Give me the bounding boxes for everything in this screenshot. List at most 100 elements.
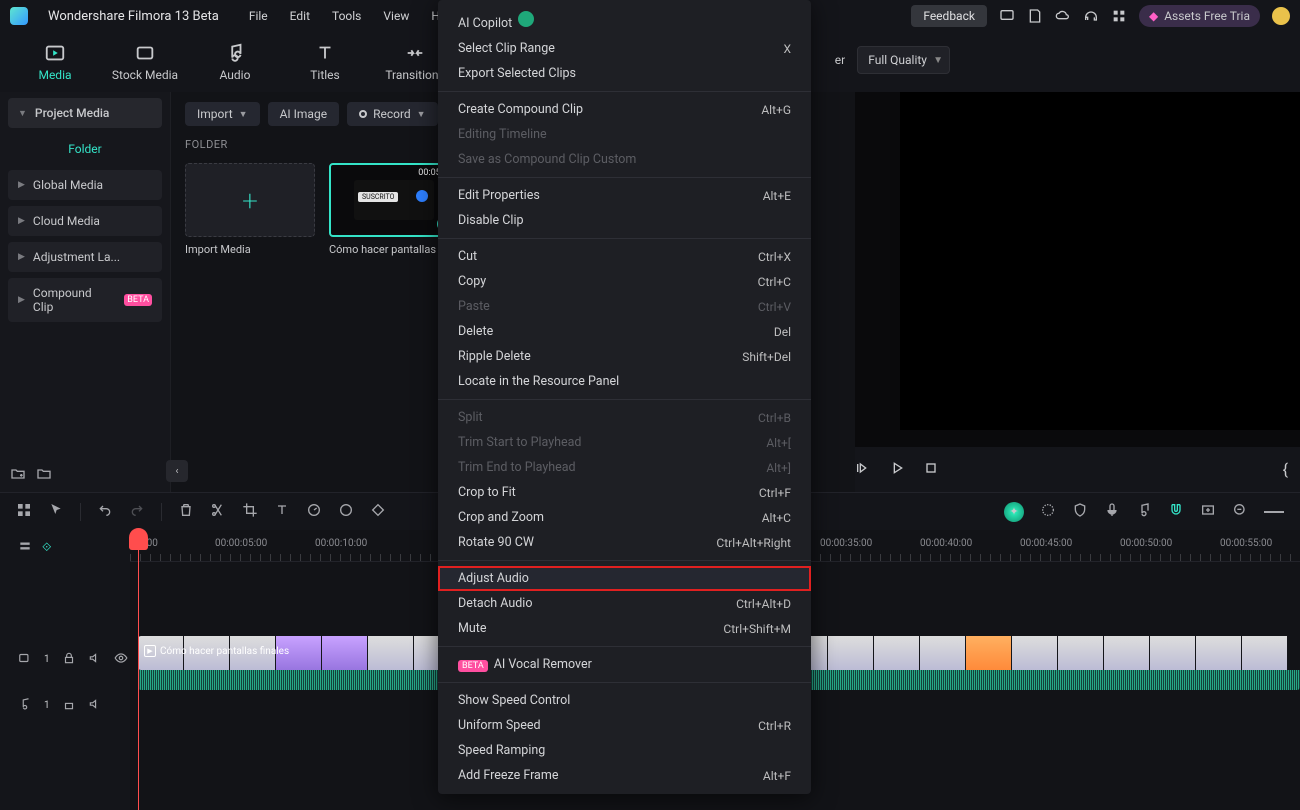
sidebar-project-media[interactable]: ▼ Project Media xyxy=(8,98,162,128)
text-icon[interactable] xyxy=(274,502,290,521)
magnet-icon[interactable] xyxy=(1168,502,1184,521)
context-menu-label: Export Selected Clips xyxy=(458,66,576,81)
delete-icon[interactable] xyxy=(178,502,194,521)
folder-link-icon[interactable] xyxy=(36,466,52,482)
context-menu-item[interactable]: DeleteDel xyxy=(438,319,811,344)
link-icon[interactable]: ⟐ xyxy=(42,540,51,555)
context-menu-item[interactable]: CopyCtrl+C xyxy=(438,269,811,294)
shortcut-label: Ctrl+Shift+M xyxy=(723,622,791,636)
speed-icon[interactable] xyxy=(306,502,322,521)
preview-video[interactable] xyxy=(900,92,1300,430)
context-menu-item[interactable]: Add Freeze FrameAlt+F xyxy=(438,763,811,788)
tab-transitions-label: Transitions xyxy=(385,68,444,82)
play-in-icon[interactable] xyxy=(855,460,871,479)
context-menu-item[interactable]: Disable Clip xyxy=(438,208,811,233)
playhead[interactable] xyxy=(138,530,139,810)
context-menu-separator xyxy=(438,560,811,561)
context-menu-item[interactable]: MuteCtrl+Shift+M xyxy=(438,616,811,641)
context-menu-item[interactable]: Rotate 90 CWCtrl+Alt+Right xyxy=(438,530,811,555)
sidebar-folder-label[interactable]: Folder xyxy=(8,134,162,164)
stop-icon[interactable] xyxy=(923,460,939,479)
tab-stock[interactable]: Stock Media xyxy=(110,42,180,82)
context-menu-label: AI Copilot xyxy=(458,16,512,31)
context-menu-item[interactable]: CutCtrl+X xyxy=(438,244,811,269)
context-menu-item[interactable]: Locate in the Resource Panel xyxy=(438,369,811,394)
sidebar-item-adjustment[interactable]: ▶Adjustment La... xyxy=(8,242,162,272)
keyframe-icon[interactable] xyxy=(370,502,386,521)
tab-audio[interactable]: Audio xyxy=(200,42,270,82)
screen-icon[interactable] xyxy=(999,8,1015,24)
zoom-slider[interactable] xyxy=(1264,511,1284,513)
redo-icon[interactable] xyxy=(129,502,145,521)
visibility-icon[interactable] xyxy=(114,651,128,668)
context-menu-item[interactable]: Uniform SpeedCtrl+R xyxy=(438,713,811,738)
collapse-sidebar-button[interactable]: ‹ xyxy=(166,460,188,482)
import-button[interactable]: Import▼ xyxy=(185,102,260,126)
context-menu-separator xyxy=(438,238,811,239)
lock-icon[interactable] xyxy=(62,651,76,668)
context-menu-item[interactable]: Select Clip RangeX xyxy=(438,36,811,61)
context-menu-item[interactable]: BETAAI Vocal Remover xyxy=(438,652,811,677)
adjust-icon[interactable] xyxy=(1040,502,1056,521)
sidebar-item-compound[interactable]: ▶Compound ClipBETA xyxy=(8,278,162,322)
quality-select[interactable]: Full Quality ▼ xyxy=(857,46,950,74)
menu-view[interactable]: View xyxy=(383,9,409,23)
context-menu-item[interactable]: Create Compound ClipAlt+G xyxy=(438,97,811,122)
avatar[interactable] xyxy=(1272,7,1290,25)
audio-track-header[interactable]: 1 xyxy=(0,682,130,728)
track-collapse-icon[interactable] xyxy=(18,539,32,556)
shield-icon[interactable] xyxy=(1072,502,1088,521)
context-menu-item[interactable]: Show Speed Control xyxy=(438,688,811,713)
ruler-tick: 00:00:10:00 xyxy=(315,538,367,549)
menu-edit[interactable]: Edit xyxy=(290,9,310,23)
save-icon[interactable] xyxy=(1027,8,1043,24)
speaker-icon[interactable] xyxy=(88,697,102,714)
context-menu-item[interactable]: Crop and ZoomAlt+C xyxy=(438,505,811,530)
crop-icon[interactable] xyxy=(242,502,258,521)
play-icon[interactable] xyxy=(889,460,905,479)
zoom-out-icon[interactable] xyxy=(1232,502,1248,521)
feedback-button[interactable]: Feedback xyxy=(911,5,987,27)
context-menu-item[interactable]: Detach AudioCtrl+Alt+D xyxy=(438,591,811,616)
menubar: File Edit Tools View Help xyxy=(249,9,456,23)
ai-image-button[interactable]: AI Image xyxy=(268,102,339,126)
video-track-icon xyxy=(18,651,32,668)
split-icon[interactable] xyxy=(210,502,226,521)
context-menu-item[interactable]: Export Selected Clips xyxy=(438,61,811,86)
sidebar-item-cloud[interactable]: ▶Cloud Media xyxy=(8,206,162,236)
context-menu-label: Trim Start to Playhead xyxy=(458,435,582,450)
assets-pill[interactable]: ◆ Assets Free Tria xyxy=(1139,5,1260,27)
music-icon[interactable] xyxy=(1136,502,1152,521)
mic-icon[interactable] xyxy=(1104,502,1120,521)
video-track-header[interactable]: 1 xyxy=(0,636,130,682)
context-menu-item[interactable]: AI Copilot xyxy=(438,6,811,36)
lock-icon[interactable] xyxy=(62,697,76,714)
menu-tools[interactable]: Tools xyxy=(332,9,361,23)
new-folder-icon[interactable] xyxy=(10,466,26,482)
menu-file[interactable]: File xyxy=(249,9,268,23)
mute-icon[interactable] xyxy=(88,651,102,668)
cursor-icon[interactable] xyxy=(48,502,64,521)
ai-assistant-icon[interactable]: ✦ xyxy=(1004,502,1024,522)
tab-titles[interactable]: Titles xyxy=(290,42,360,82)
headphones-icon[interactable] xyxy=(1083,8,1099,24)
context-menu-item[interactable]: Speed Ramping xyxy=(438,738,811,763)
context-menu-item[interactable]: Edit PropertiesAlt+E xyxy=(438,183,811,208)
record-button[interactable]: Record▼ xyxy=(347,102,438,126)
import-media-card[interactable]: + Import Media xyxy=(185,163,315,256)
grid-icon[interactable] xyxy=(1111,8,1127,24)
sidebar-item-global[interactable]: ▶Global Media xyxy=(8,170,162,200)
context-menu-item[interactable]: Ripple DeleteShift+Del xyxy=(438,344,811,369)
context-menu-item[interactable]: Crop to FitCtrl+F xyxy=(438,480,811,505)
tab-media[interactable]: Media xyxy=(20,42,90,82)
undo-icon[interactable] xyxy=(97,502,113,521)
marker-plus-icon[interactable] xyxy=(1200,502,1216,521)
brace-icon[interactable]: { xyxy=(1283,460,1288,479)
ruler-tick: 00:00:50:00 xyxy=(1120,538,1172,549)
color-icon[interactable] xyxy=(338,502,354,521)
shortcut-label: Ctrl+X xyxy=(758,250,791,264)
cloud-icon[interactable] xyxy=(1055,8,1071,24)
sidebar: ▼ Project Media Folder ▶Global Media ▶Cl… xyxy=(0,92,170,492)
context-menu-item[interactable]: Adjust Audio xyxy=(438,566,811,591)
layout-icon[interactable] xyxy=(16,502,32,521)
